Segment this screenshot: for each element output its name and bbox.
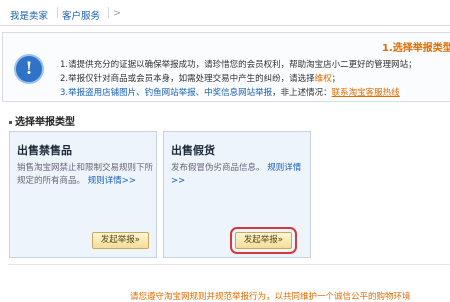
content-divider (8, 264, 450, 265)
report-panel-counterfeit: 出售假货 发布假冒伪劣商品信息。 规则详情>> 发起举报» (163, 131, 311, 258)
rights-link[interactable]: 维权 (315, 74, 332, 84)
breadcrumb-divider (57, 7, 58, 18)
info-icon: ! (14, 54, 44, 84)
breadcrumb-seller[interactable]: 我是卖家 (10, 8, 48, 22)
step-title: 1.选择举报类型 (382, 43, 450, 54)
notice-line-2-end: ； (331, 74, 341, 84)
panel-description: 发布假冒伪劣商品信息。 规则详情>> (171, 162, 307, 188)
footer-note: 请您遵守淘宝网规则并规范举报行为，以共同维护一个诚信公平的购物环境 (130, 292, 411, 302)
panel-title: 出售禁售品 (17, 144, 72, 157)
bullet-icon (9, 120, 12, 124)
notice-line-3-text: ，非上述情况： (272, 88, 332, 98)
hotline-link[interactable]: 联系淘宝客服热线 (332, 88, 400, 98)
notice-line-2: 2.举报仅针对商品或会员本身，如需处理交易中产生的纠纷，请选择维权； (60, 72, 340, 84)
section-title: 选择举报类型 (9, 113, 75, 128)
panel-desc-text: 发布假冒伪劣商品信息。 (171, 163, 265, 173)
header-divider (0, 25, 450, 26)
section-title-text: 选择举报类型 (15, 117, 75, 128)
panel-description: 销售淘宝网禁止和限制交易规则下所规定的所有商品。 规则详情>> (17, 162, 153, 188)
breadcrumb-chevron: > (113, 8, 121, 19)
report-panel-prohibited: 出售禁售品 销售淘宝网禁止和限制交易规则下所规定的所有商品。 规则详情>> 发起… (9, 131, 157, 258)
breadcrumb-divider (108, 7, 109, 18)
breadcrumb-customer-service[interactable]: 客户服务 (62, 8, 100, 22)
special-report-links[interactable]: 举报盗用店铺图片、钓鱼网站举报、中奖信息网站举报 (68, 88, 272, 98)
notice-line-3-number: 3. (60, 88, 69, 98)
report-button-counterfeit[interactable]: 发起举报» (229, 227, 298, 254)
panel-title: 出售假货 (171, 144, 215, 157)
report-button-prohibited[interactable]: 发起举报» (91, 232, 149, 249)
notice-line-2-text: 2.举报仅针对商品或会员本身，如需处理交易中产生的纠纷，请选择 (60, 74, 315, 84)
notice-line-3: 3.举报盗用店铺图片、钓鱼网站举报、中奖信息网站举报，非上述情况：联系淘宝客服热… (60, 86, 400, 98)
top-breadcrumb-bar: 我是卖家 客户服务 > (0, 0, 450, 26)
rule-details-link[interactable]: 规则详情>> (88, 176, 136, 186)
notice-line-1: 1.请提供充分的证据以确保举报成功，请珍惜您的会员权利，帮助淘宝店小二更好的管理… (60, 60, 417, 70)
